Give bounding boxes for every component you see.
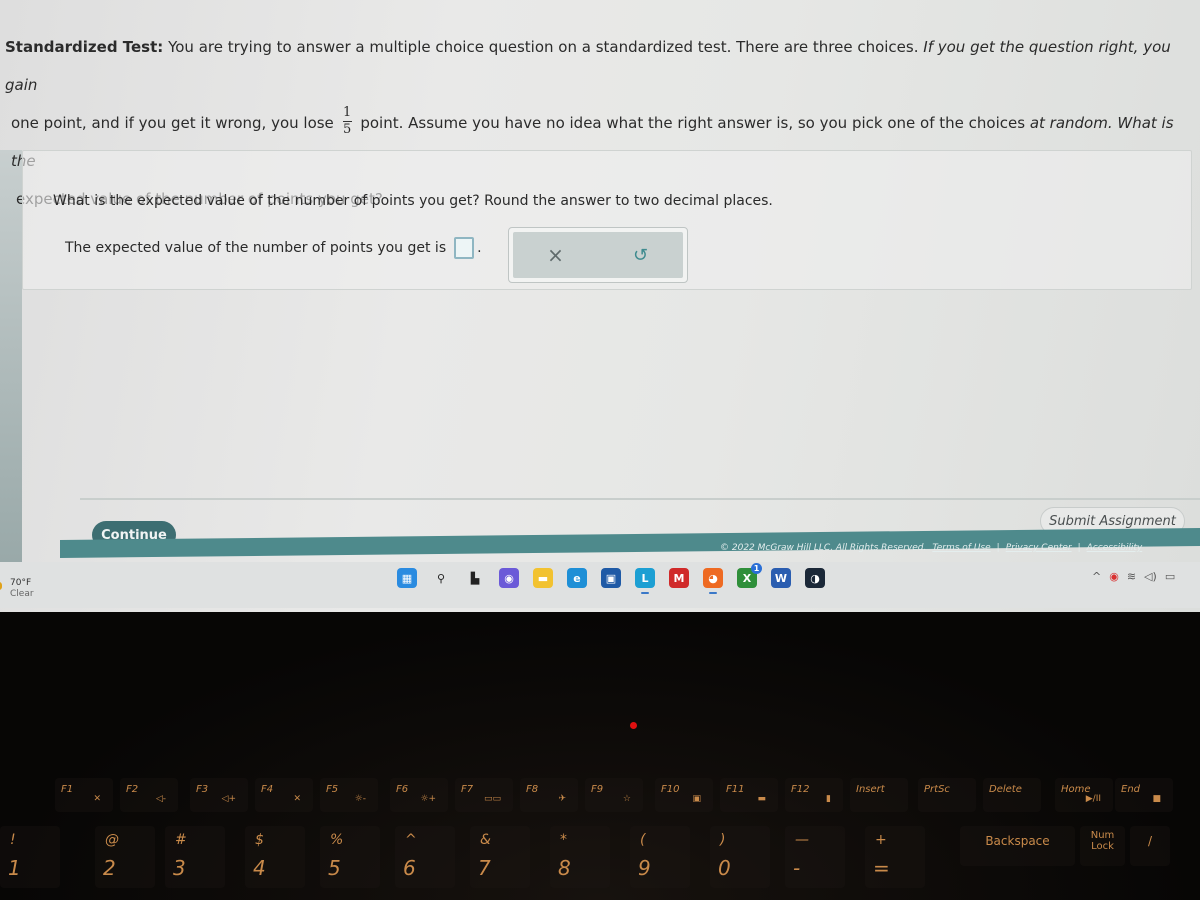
terms-of-use-link[interactable]: Terms of Use (932, 543, 990, 553)
key-prtsc[interactable]: PrtSc (918, 778, 976, 812)
footer-divider (80, 498, 1200, 500)
teams-chat-icon[interactable]: ◉ (499, 568, 519, 588)
key-6[interactable]: ^ 6 (395, 826, 455, 888)
weather-condition: Clear (10, 589, 34, 599)
copyright-text: © 2022 McGraw Hill LLC. All Rights Reser… (720, 543, 927, 553)
key-f11[interactable]: F11 ▬ (720, 778, 778, 812)
reset-icon[interactable]: ↺ (621, 245, 661, 266)
key-delete[interactable]: Delete (983, 778, 1041, 812)
fraction-one-fifth: 1 5 (342, 105, 352, 137)
key-1[interactable]: ! 1 (0, 826, 60, 888)
key--[interactable]: — - (785, 826, 845, 888)
clear-icon[interactable]: × (536, 243, 576, 267)
recording-icon[interactable]: ◉ (1109, 570, 1119, 583)
key-f5[interactable]: F5 ☼- (320, 778, 378, 812)
taskbar-apps: ▦ ⚲ ▙ ◉ ▬ e ▣ L M ◕ X 1 W ◑ (397, 563, 825, 594)
key-f6[interactable]: F6 ☼+ (390, 778, 448, 812)
windows-start-icon[interactable]: ▦ (397, 568, 417, 588)
answer-tools: × ↺ (508, 227, 688, 283)
weather-widget[interactable]: 70°F Clear (10, 578, 34, 600)
volume-icon[interactable]: ◁) (1144, 570, 1157, 583)
key-f8[interactable]: F8 ✈ (520, 778, 578, 812)
chevron-up-icon[interactable]: ^ (1092, 570, 1101, 583)
microsoft-store-icon[interactable]: ▣ (601, 568, 621, 588)
question-prompt: What is the expected value of the number… (53, 193, 773, 209)
key-f12[interactable]: F12 ▮ (785, 778, 843, 812)
footer-links: © 2022 McGraw Hill LLC. All Rights Reser… (720, 543, 1143, 553)
key-insert[interactable]: Insert (850, 778, 908, 812)
problem-line-1: Standardized Test: You are trying to ans… (5, 38, 1171, 94)
l-app-icon[interactable]: L (635, 568, 655, 594)
key-end[interactable]: End ■ (1115, 778, 1173, 812)
system-tray: ^ ◉ ≋ ◁) ▭ (1092, 570, 1175, 583)
xbox-icon[interactable]: X1 (737, 563, 762, 588)
search-icon[interactable]: ⚲ (431, 568, 451, 588)
taskbar: 70°F Clear ▦ ⚲ ▙ ◉ ▬ e ▣ L M ◕ X 1 W ◑ ^ ◉ ≋ ◁) ▭ (0, 562, 1200, 608)
word-icon[interactable]: W (771, 568, 791, 588)
mcafee-icon[interactable]: M (669, 568, 689, 588)
key-7[interactable]: & 7 (470, 826, 530, 888)
task-view-icon[interactable]: ▙ (465, 568, 485, 588)
sun-icon (0, 582, 2, 590)
steam-icon[interactable]: ◑ (805, 568, 825, 588)
key-f2[interactable]: F2 ◁- (120, 778, 178, 812)
key-f1[interactable]: F1 ✕ (55, 778, 113, 812)
screen: Standardized Test: You are trying to ans… (0, 0, 1200, 612)
key-8[interactable]: * 8 (550, 826, 610, 888)
key-f9[interactable]: F9 ☆ (585, 778, 643, 812)
file-explorer-icon[interactable]: ▬ (533, 568, 553, 588)
key-f4[interactable]: F4 ✕ (255, 778, 313, 812)
answer-row: The expected value of the number of poin… (65, 237, 482, 259)
firefox-icon[interactable]: ◕ (703, 568, 723, 594)
answer-input[interactable] (454, 237, 475, 259)
key-f3[interactable]: F3 ◁+ (190, 778, 248, 812)
key-2[interactable]: @2 (95, 826, 155, 888)
key-num-lock[interactable]: Num Lock (1080, 826, 1125, 866)
key-5[interactable]: % 5 (320, 826, 380, 888)
key-backspace[interactable]: Backspace (960, 826, 1075, 866)
camera-led (630, 722, 637, 729)
battery-icon[interactable]: ▭ (1165, 570, 1175, 583)
privacy-center-link[interactable]: Privacy Center (1006, 543, 1072, 553)
key-f10[interactable]: F10 ▣ (655, 778, 713, 812)
wifi-icon[interactable]: ≋ (1127, 570, 1136, 583)
key-home[interactable]: Home ▶/II (1055, 778, 1113, 812)
key-=[interactable]: + = (865, 826, 925, 888)
key-slash[interactable]: / (1130, 826, 1170, 866)
key-4[interactable]: $4 (245, 826, 305, 888)
weather-temp: 70°F (10, 578, 32, 588)
question-panel: What is the expected value of the number… (22, 150, 1192, 290)
problem-title: Standardized Test: (5, 38, 164, 56)
key-9[interactable]: (9 (630, 826, 690, 888)
accessibility-link[interactable]: Accessibility (1087, 543, 1143, 553)
answer-label: The expected value of the number of poin… (65, 240, 447, 256)
notification-badge: 1 (751, 563, 762, 574)
key-3[interactable]: #3 (165, 826, 225, 888)
key-f7[interactable]: F7 ▭▭ (455, 778, 513, 812)
edge-icon[interactable]: e (567, 568, 587, 588)
key-0[interactable]: ) 0 (710, 826, 770, 888)
